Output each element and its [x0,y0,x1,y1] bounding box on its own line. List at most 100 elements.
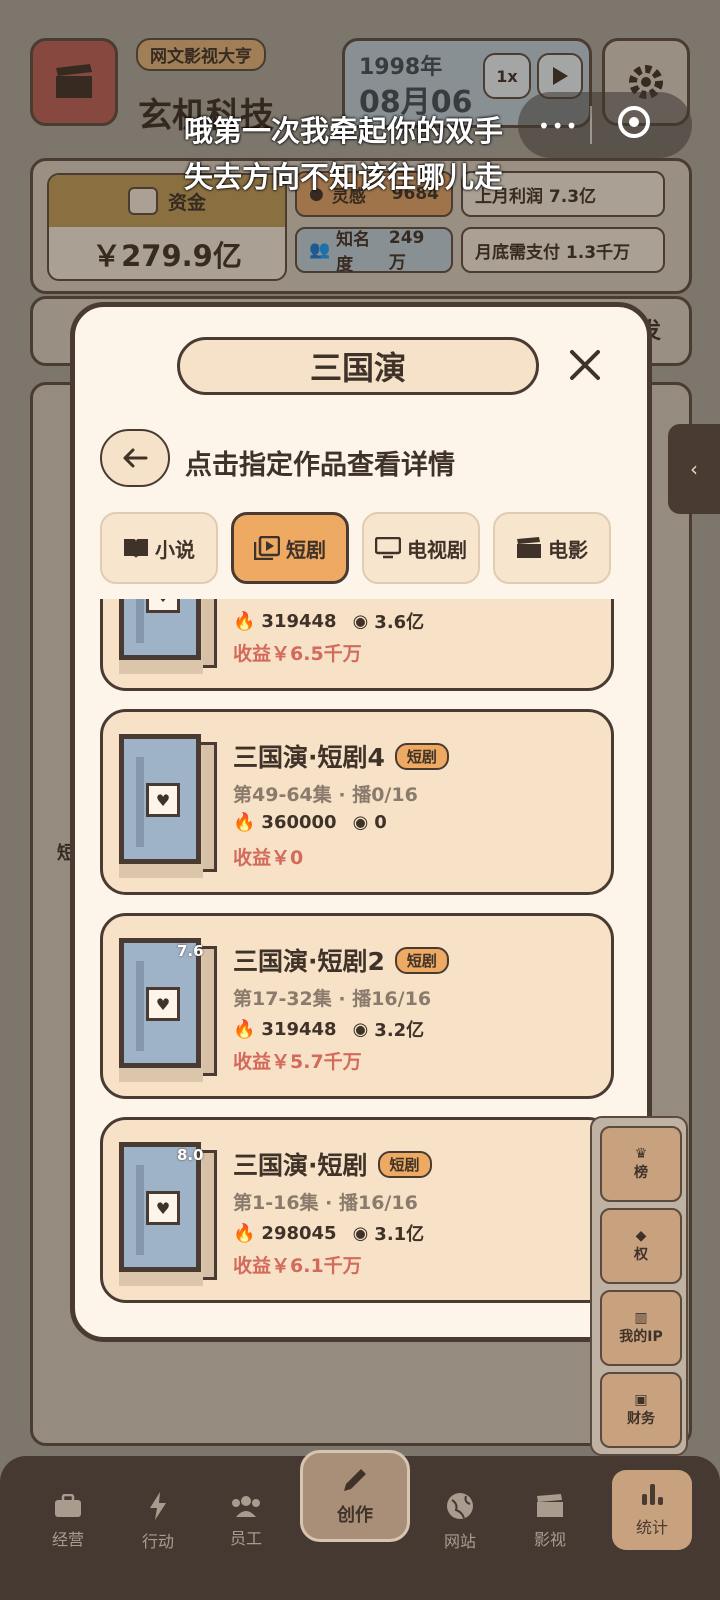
work-type-badge: 短剧 [394,947,449,974]
nav-film[interactable]: 影视 [510,1482,590,1562]
tab-movie[interactable]: 电影 [493,512,611,584]
eye-icon: ◉ [352,1018,369,1040]
heart-icon: ♥ [146,1191,180,1225]
work-title-row: 三国演·短剧2 短剧 [233,942,449,978]
clapper-icon [517,537,541,558]
nav-action[interactable]: 行动 [118,1482,198,1562]
nav-label: 影视 [533,1530,566,1549]
heart-icon: ♥ [146,599,180,613]
work-card[interactable]: ♥ 8.0 三国演·短剧 短剧 第1-16集 · 播16/16 🔥 298045 … [100,1117,614,1303]
side-drawer-toggle[interactable]: ‹ [668,424,720,514]
nav-staff[interactable]: 员工 [206,1482,286,1562]
side-menu-label: 财务 [627,1411,655,1427]
side-menu-rankings[interactable]: ♛ 榜 [600,1126,682,1202]
work-episodes: 第49-64集 · 播0/16 [233,784,418,806]
nav-label: 创作 [337,1505,373,1526]
eye-icon: ◉ [352,610,369,632]
work-score: 7.6 [177,942,204,960]
work-heat: 319448 [261,610,337,632]
work-stats: 🔥 360000 ◉ 0 [233,812,387,833]
pencil-icon [344,1469,366,1491]
nav-statistics[interactable]: 统计 [612,1470,692,1550]
eye-icon: ◉ [352,812,369,833]
side-menu-label: 我的IP [619,1329,663,1345]
globe-icon [447,1493,473,1519]
tab-label: 短剧 [286,537,326,562]
work-income: 收益￥6.1千万 [233,1255,362,1277]
work-income: 收益￥0 [233,847,304,869]
work-title-row: 三国演·短剧 短剧 [233,1146,432,1182]
close-icon [570,350,600,380]
work-card[interactable]: ♥ 三国演·短剧4 短剧 第49-64集 · 播0/16 🔥 360000 ◉ 0… [100,709,614,895]
side-menu-rights[interactable]: ◆ 权 [600,1208,682,1284]
close-button[interactable] [563,343,607,387]
work-views: 3.6亿 [374,612,425,633]
tab-short-drama[interactable]: 短剧 [231,512,349,584]
tv-icon [375,537,401,559]
people-icon [232,1496,260,1517]
work-heat: 298045 [261,1222,337,1244]
work-title-row: 三国演·短剧4 短剧 [233,738,449,774]
work-stats: 🔥 298045 ◉ 3.1亿 [233,1220,424,1246]
subtitle-line-1: 哦第一次我牵起你的双手 [184,114,504,148]
clapper-icon [537,1494,563,1517]
flame-icon: 🔥 [233,1018,256,1040]
heart-icon: ♥ [146,783,180,817]
diamond-icon: ◆ [635,1228,647,1244]
tab-label: 电影 [548,537,588,562]
works-dialog: 三国演 点击指定作品查看详情 小说 短剧 电视剧 电影 ♥ 🔥 [70,302,652,1342]
work-thumbnail: ♥ 7.6 [119,938,217,1082]
nav-label: 员工 [229,1529,262,1548]
nav-label: 经营 [51,1530,84,1549]
work-heat: 360000 [261,812,337,833]
bar-chart-icon [642,1484,663,1505]
tab-tv-series[interactable]: 电视剧 [362,512,480,584]
tab-label: 电视剧 [407,537,467,562]
book-icon: ▥ [634,1310,648,1326]
play-icon [254,536,280,560]
work-thumbnail: ♥ 8.0 [119,1142,217,1286]
flame-icon: 🔥 [233,1222,256,1244]
trophy-icon: ♛ [634,1146,648,1162]
side-menu-finance[interactable]: ▣ 财务 [600,1372,682,1448]
more-dots-icon[interactable]: ••• [538,114,579,138]
work-income: 收益￥5.7千万 [233,1051,362,1073]
work-title: 三国演·短剧 [233,1151,368,1180]
work-thumbnail: ♥ [119,599,217,674]
work-stats: 🔥 319448 ◉ 3.6亿 [233,608,424,634]
nav-business[interactable]: 经营 [28,1482,108,1562]
work-card[interactable]: ♥ 7.6 三国演·短剧2 短剧 第17-32集 · 播16/16 🔥 31944… [100,913,614,1099]
nav-website[interactable]: 网站 [420,1482,500,1562]
chevron-left-icon: ‹ [690,457,698,481]
work-stats: 🔥 319448 ◉ 3.2亿 [233,1016,424,1042]
mini-program-capsule[interactable]: ••• [518,92,692,158]
tab-novel[interactable]: 小说 [100,512,218,584]
heart-icon: ♥ [146,987,180,1021]
side-menu-my-ip[interactable]: ▥ 我的IP [600,1290,682,1366]
nav-label: 统计 [635,1518,668,1537]
briefcase-icon [55,1494,81,1517]
flame-icon: 🔥 [233,610,256,632]
works-list[interactable]: ♥ 🔥 319448 ◉ 3.6亿 收益￥6.5千万 ♥ 三国演·短剧4 短剧 [75,599,647,1337]
lightning-icon [150,1492,166,1520]
nav-create[interactable]: 创作 [300,1450,410,1542]
book-icon [124,539,148,558]
subtitle-line-2: 失去方向不知该往哪儿走 [184,160,504,194]
nav-label: 行动 [141,1532,174,1551]
work-title: 三国演·短剧4 [233,743,385,772]
bottom-nav: 经营 行动 员工 创作 网站 影视 统计 [0,1450,720,1600]
close-miniapp-icon[interactable] [618,106,650,138]
flame-icon: 🔥 [233,812,256,833]
work-type-badge: 短剧 [377,1151,432,1178]
work-views: 3.1亿 [374,1224,425,1245]
work-score: 8.0 [177,1146,204,1164]
dialog-title: 三国演 [177,337,539,395]
side-menu-label: 权 [634,1247,648,1263]
arrow-left-icon [123,448,148,468]
side-menu: ♛ 榜 ◆ 权 ▥ 我的IP ▣ 财务 [590,1116,688,1456]
nav-label: 网站 [443,1532,476,1551]
wallet-icon: ▣ [634,1392,648,1408]
work-episodes: 第17-32集 · 播16/16 [233,988,432,1010]
work-card[interactable]: ♥ 🔥 319448 ◉ 3.6亿 收益￥6.5千万 [100,599,614,691]
back-button[interactable] [100,429,170,487]
